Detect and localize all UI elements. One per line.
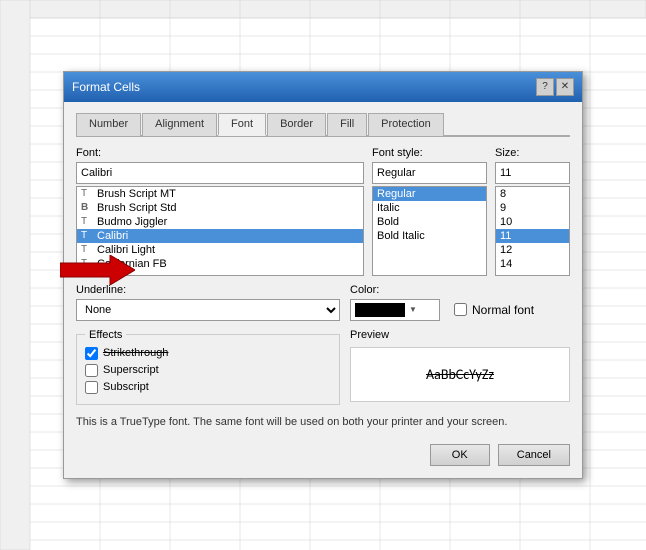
tab-font[interactable]: Font (218, 113, 266, 136)
style-item-bolditalic[interactable]: Bold Italic (373, 229, 486, 243)
color-selector[interactable]: ▼ (350, 299, 440, 321)
tab-number[interactable]: Number (76, 113, 141, 136)
tab-alignment[interactable]: Alignment (142, 113, 217, 136)
preview-text: AaBbCcYyZz (426, 366, 494, 383)
dialog-titlebar: Format Cells ? ✕ (64, 72, 582, 102)
effects-legend: Effects (85, 329, 126, 341)
underline-select[interactable]: None Single Double (76, 299, 340, 321)
tab-protection[interactable]: Protection (368, 113, 444, 136)
cancel-button[interactable]: Cancel (498, 444, 570, 466)
tab-bar: Number Alignment Font Border Fill Protec… (76, 112, 570, 137)
superscript-label: Superscript (103, 364, 159, 376)
strikethrough-label: Strikethrough (103, 347, 168, 359)
style-item-regular[interactable]: Regular (373, 187, 486, 201)
preview-label: Preview (350, 329, 570, 341)
ok-button[interactable]: OK (430, 444, 490, 466)
size-item-12[interactable]: 12 (496, 243, 569, 257)
color-preview (355, 303, 405, 317)
font-label: Font: (76, 147, 364, 159)
close-button[interactable]: ✕ (556, 78, 574, 96)
dialog-title: Format Cells (72, 80, 140, 94)
size-label: Size: (495, 147, 570, 159)
size-input[interactable] (495, 162, 570, 184)
size-item-11[interactable]: 11 (496, 229, 569, 243)
superscript-row: Superscript (85, 364, 331, 377)
size-item-14[interactable]: 14 (496, 257, 569, 271)
font-type-icon: T (81, 216, 93, 227)
tab-fill[interactable]: Fill (327, 113, 367, 136)
size-item-10[interactable]: 10 (496, 215, 569, 229)
normal-font-checkbox[interactable] (454, 303, 467, 316)
style-input[interactable] (372, 162, 487, 184)
style-item-bold[interactable]: Bold (373, 215, 486, 229)
preview-box: AaBbCcYyZz (350, 347, 570, 402)
help-button[interactable]: ? (536, 78, 554, 96)
subscript-label: Subscript (103, 381, 149, 393)
color-label: Color: (350, 284, 534, 296)
font-input[interactable] (76, 162, 364, 184)
font-item-brushscriptmt[interactable]: T Brush Script MT (77, 187, 363, 201)
style-list[interactable]: Regular Italic Bold Bold Italic (372, 186, 487, 276)
titlebar-buttons: ? ✕ (536, 78, 574, 96)
font-item-budmojiggler[interactable]: T Budmo Jiggler (77, 215, 363, 229)
style-label: Font style: (372, 147, 487, 159)
strikethrough-checkbox[interactable] (85, 347, 98, 360)
normal-font-label: Normal font (472, 303, 534, 317)
format-cells-dialog: Format Cells ? ✕ Number Alignment Font B… (63, 71, 583, 479)
size-item-8[interactable]: 8 (496, 187, 569, 201)
style-item-italic[interactable]: Italic (373, 201, 486, 215)
size-list[interactable]: 8 9 10 11 12 14 (495, 186, 570, 276)
font-type-icon: T (81, 230, 93, 241)
info-text: This is a TrueType font. The same font w… (76, 415, 570, 430)
font-item-calibri[interactable]: T Calibri (77, 229, 363, 243)
dialog-buttons: OK Cancel (76, 444, 570, 466)
strikethrough-row: Strikethrough (85, 347, 331, 360)
font-type-icon: T (81, 244, 93, 255)
normal-font-row: Normal font (454, 303, 534, 317)
size-item-9[interactable]: 9 (496, 201, 569, 215)
tab-border[interactable]: Border (267, 113, 326, 136)
font-type-icon: B (81, 202, 93, 213)
subscript-checkbox[interactable] (85, 381, 98, 394)
font-type-icon: T (81, 188, 93, 199)
color-dropdown-arrow[interactable]: ▼ (409, 305, 417, 314)
superscript-checkbox[interactable] (85, 364, 98, 377)
red-arrow-indicator (60, 255, 135, 285)
effects-group: Effects Strikethrough Superscript Subscr… (76, 329, 340, 405)
font-item-brushscriptstd[interactable]: B Brush Script Std (77, 201, 363, 215)
subscript-row: Subscript (85, 381, 331, 394)
